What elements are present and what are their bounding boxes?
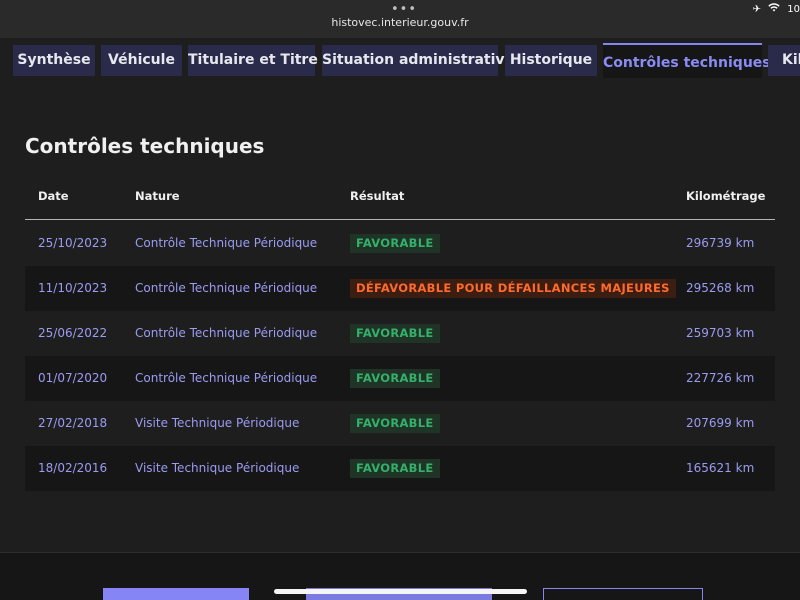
- tab-situation-administrative[interactable]: Situation administrative: [322, 45, 514, 76]
- primary-action-button[interactable]: [103, 588, 249, 600]
- row-date: 25/10/2023: [38, 236, 108, 250]
- row-date: 11/10/2023: [38, 281, 108, 295]
- row-nature: Contrôle Technique Périodique: [135, 326, 318, 340]
- status-badge: FAVORABLE: [350, 459, 440, 478]
- page-title: Contrôles techniques: [25, 134, 265, 158]
- tab-kilometrage[interactable]: Kil: [768, 45, 800, 76]
- row-date: 27/02/2018: [38, 416, 108, 430]
- table-row: 01/07/2020 Contrôle Technique Périodique…: [25, 356, 775, 401]
- tab-titulaire-et-titre[interactable]: Titulaire et Titre: [188, 45, 318, 76]
- table-row: 25/10/2023 Contrôle Technique Périodique…: [25, 221, 775, 266]
- row-km: 295268 km: [686, 281, 755, 295]
- row-nature: Visite Technique Périodique: [135, 416, 300, 430]
- home-indicator[interactable]: [274, 589, 527, 594]
- browser-url[interactable]: histovec.interieur.gouv.fr: [0, 16, 800, 29]
- table-header-divider: [25, 219, 775, 220]
- row-date: 25/06/2022: [38, 326, 108, 340]
- status-badge: FAVORABLE: [350, 414, 440, 433]
- tab-historique[interactable]: Historique: [505, 45, 597, 76]
- browser-menu-dots[interactable]: •••: [391, 2, 417, 17]
- row-date: 01/07/2020: [38, 371, 108, 385]
- row-km: 227726 km: [686, 371, 755, 385]
- row-km: 259703 km: [686, 326, 755, 340]
- wifi-icon: [768, 3, 783, 15]
- column-header-nature: Nature: [135, 189, 180, 203]
- airplane-icon: ✈: [752, 4, 761, 15]
- tab-controles-techniques[interactable]: Contrôles techniques: [603, 43, 771, 78]
- row-km: 165621 km: [686, 461, 755, 475]
- column-header-km: Kilométrage: [686, 189, 766, 203]
- battery-level: 10: [787, 4, 800, 15]
- browser-status-bar: ••• histovec.interieur.gouv.fr ✈ 10: [0, 0, 800, 38]
- row-km: 207699 km: [686, 416, 755, 430]
- row-date: 18/02/2016: [38, 461, 108, 475]
- row-km: 296739 km: [686, 236, 755, 250]
- tab-synthese[interactable]: Synthèse: [13, 45, 95, 76]
- status-badge: DÉFAVORABLE POUR DÉFAILLANCES MAJEURES: [350, 279, 676, 298]
- column-header-result: Résultat: [350, 189, 405, 203]
- row-nature: Contrôle Technique Périodique: [135, 371, 318, 385]
- table-row: 25/06/2022 Contrôle Technique Périodique…: [25, 311, 775, 356]
- column-header-date: Date: [38, 189, 69, 203]
- status-badge: FAVORABLE: [350, 369, 440, 388]
- row-nature: Contrôle Technique Périodique: [135, 281, 318, 295]
- status-badge: FAVORABLE: [350, 234, 440, 253]
- table-row: 27/02/2018 Visite Technique Périodique F…: [25, 401, 775, 446]
- section-tabs: Synthèse Véhicule Titulaire et Titre Sit…: [0, 38, 800, 78]
- status-badge: FAVORABLE: [350, 324, 440, 343]
- outline-action-button[interactable]: [543, 588, 703, 600]
- table-row: 18/02/2016 Visite Technique Périodique F…: [25, 446, 775, 491]
- row-nature: Contrôle Technique Périodique: [135, 236, 318, 250]
- row-nature: Visite Technique Périodique: [135, 461, 300, 475]
- device-status: ✈ 10: [749, 3, 800, 15]
- tab-vehicule[interactable]: Véhicule: [101, 45, 182, 76]
- table-row: 11/10/2023 Contrôle Technique Périodique…: [25, 266, 775, 311]
